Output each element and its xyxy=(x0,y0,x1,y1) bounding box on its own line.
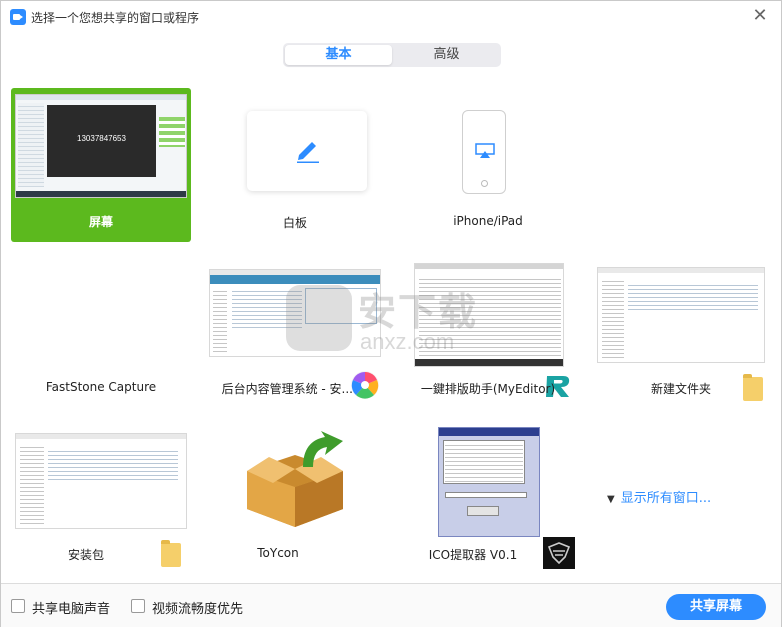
tile-label-toycon: ToYcon xyxy=(257,546,299,560)
expand-down-icon: ▼ xyxy=(607,494,615,505)
close-button[interactable]: ✕ xyxy=(749,5,771,27)
zoom-app-icon xyxy=(10,9,26,25)
tile-label-faststone: FastStone Capture xyxy=(45,380,157,394)
share-audio-label[interactable]: 共享电脑声音 xyxy=(32,598,110,617)
share-audio-checkbox[interactable] xyxy=(11,599,25,613)
tile-label-iphone: iPhone/iPad xyxy=(453,214,523,228)
myeditor-window-preview xyxy=(414,263,564,367)
share-screen-dialog: 选择一个您想共享的窗口或程序 ✕ 基本 高级 13037847653 屏幕 白板 xyxy=(0,0,782,627)
browser-app-icon xyxy=(351,371,379,399)
ico-extractor-window-preview xyxy=(438,427,540,537)
share-option-toycon[interactable]: ToYcon xyxy=(205,425,385,579)
share-option-screen[interactable]: 13037847653 屏幕 xyxy=(11,88,191,242)
share-option-iphone-ipad[interactable]: iPhone/iPad xyxy=(398,88,578,242)
show-all-windows-link[interactable]: ▼ 显示所有窗口... xyxy=(607,487,711,506)
screen-preview: 13037847653 xyxy=(15,94,187,198)
tab-basic[interactable]: 基本 xyxy=(285,45,392,65)
home-button-icon xyxy=(481,180,488,187)
share-option-ico-extractor[interactable]: ICO提取器 V0.1 xyxy=(398,425,578,579)
share-screen-button[interactable]: 共享屏幕 xyxy=(666,594,766,620)
box-arrow-icon xyxy=(247,431,343,527)
share-option-myeditor[interactable]: 一鍵排版助手(MyEditor) xyxy=(398,259,578,413)
folder-icon xyxy=(161,540,181,567)
show-all-windows-label: 显示所有窗口... xyxy=(620,491,712,506)
share-option-new-folder[interactable]: 新建文件夹 xyxy=(591,259,771,413)
tile-label-install-package: 安装包 xyxy=(67,548,104,562)
meeting-id-text: 13037847653 xyxy=(77,134,126,143)
tab-advanced[interactable]: 高级 xyxy=(392,43,501,67)
share-option-faststone[interactable]: FastStone Capture xyxy=(11,259,191,413)
tile-label-new-folder: 新建文件夹 xyxy=(650,382,711,396)
footer-bar: 共享电脑声音 视频流畅度优先 共享屏幕 xyxy=(1,583,781,627)
iphone-icon xyxy=(462,110,506,194)
title-bar: 选择一个您想共享的窗口或程序 ✕ xyxy=(1,1,781,33)
video-priority-label[interactable]: 视频流畅度优先 xyxy=(152,598,243,617)
share-option-whiteboard[interactable]: 白板 xyxy=(205,88,385,242)
video-priority-checkbox[interactable] xyxy=(131,599,145,613)
whiteboard-card xyxy=(247,111,367,191)
share-option-install-package[interactable]: 安装包 xyxy=(11,425,191,579)
dialog-title: 选择一个您想共享的窗口或程序 xyxy=(31,11,200,25)
pen-icon xyxy=(297,142,319,163)
tile-label-whiteboard: 白板 xyxy=(282,216,307,230)
tile-label-screen: 屏幕 xyxy=(88,215,113,229)
share-option-cms-browser[interactable]: 后台内容管理系统 - 安... xyxy=(205,259,385,413)
tile-label-ico-extractor: ICO提取器 V0.1 xyxy=(428,548,518,562)
tile-label-cms: 后台内容管理系统 - 安... xyxy=(221,382,353,396)
meeting-video-preview: 13037847653 xyxy=(47,105,156,177)
install-package-window-preview xyxy=(15,433,187,529)
new-folder-window-preview xyxy=(597,267,765,363)
airplay-icon xyxy=(475,143,495,158)
tab-bar: 基本 高级 xyxy=(283,43,501,67)
tile-label-myeditor: 一鍵排版助手(MyEditor) xyxy=(420,382,556,396)
cms-window-preview xyxy=(209,269,381,357)
